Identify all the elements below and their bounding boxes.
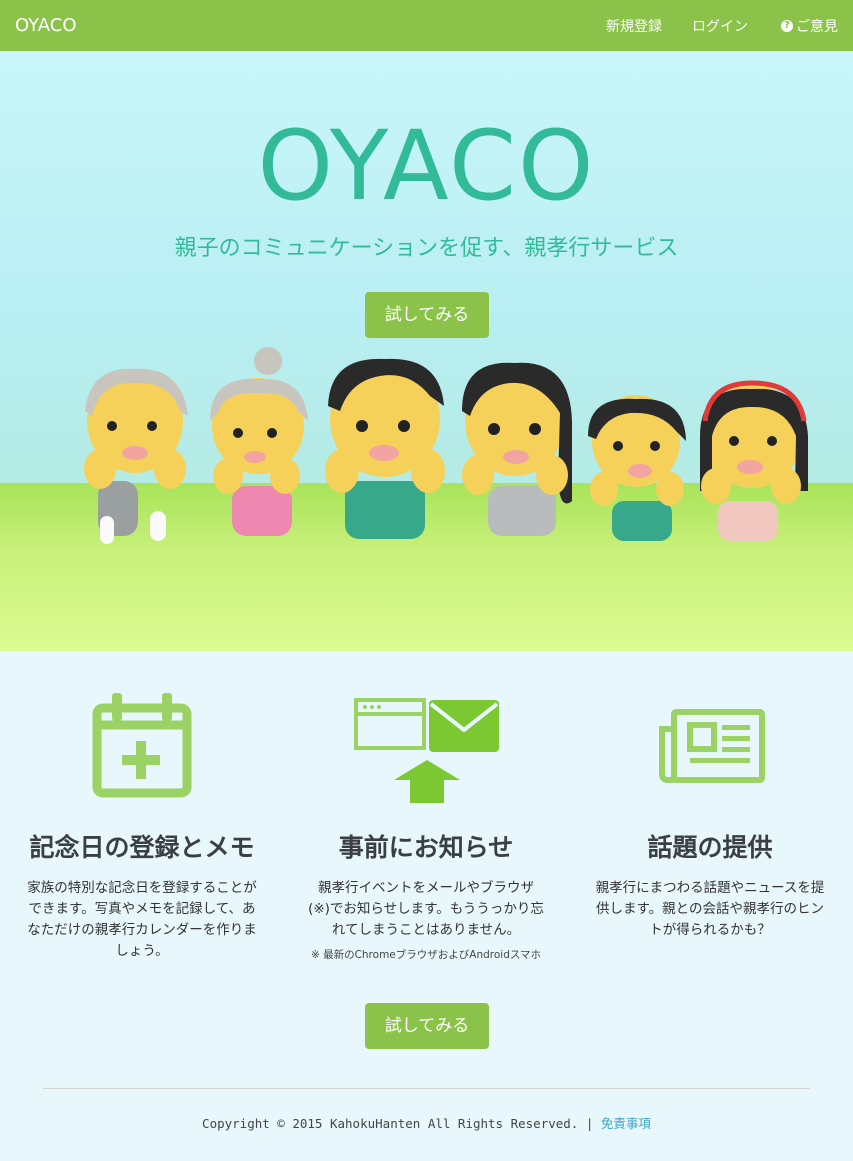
nav-links: 新規登録 ログイン ? ご意見 (606, 16, 838, 36)
figure-boy (588, 395, 686, 541)
feature-notification-note: ※ 最新のChromeブラウザおよびAndroidスマホ (310, 949, 542, 961)
feature-topics-title: 話題の提供 (647, 833, 773, 862)
calendar-plus-icon (92, 693, 192, 798)
figure-mother (462, 362, 572, 536)
figure-grandpa (84, 368, 188, 544)
feature-calendar-desc: 家族の特別な記念日を登録することができます。写真やメモを記録して、あなただけの親… (27, 880, 257, 959)
browser-mail-icon (354, 698, 499, 803)
feature-notification-desc: 親孝行イベントをメールやブラウザ(※)でお知らせします。もううっかり忘れてしまう… (308, 880, 544, 938)
family-figures-image (84, 347, 808, 544)
figure-girl (700, 380, 808, 541)
brand-logo[interactable]: OYACO (15, 15, 77, 36)
feature-notification-title: 事前にお知らせ (338, 833, 514, 862)
hero-title: OYACO (257, 110, 596, 222)
question-circle-icon: ? (781, 19, 793, 32)
hero-try-button[interactable]: 試してみる (365, 292, 489, 338)
nav-feedback-label: ご意見 (796, 18, 838, 35)
nav-register-link[interactable]: 新規登録 (606, 16, 662, 36)
hero-subtitle: 親子のコミュニケーションを促す、親孝行サービス (174, 236, 679, 261)
nav-feedback-link[interactable]: ? ご意見 (781, 16, 838, 36)
newspaper-icon (659, 709, 765, 783)
footer: Copyright © 2015 KahokuHanten All Rights… (0, 1113, 853, 1132)
features-section: 記念日の登録とメモ 家族の特別な記念日を登録することができます。写真やメモを記録… (0, 651, 853, 1161)
nav-login-link[interactable]: ログイン (692, 16, 748, 36)
features-try-button[interactable]: 試してみる (365, 1003, 489, 1049)
footer-divider (43, 1088, 810, 1089)
footer-copyright: Copyright © 2015 KahokuHanten All Rights… (202, 1116, 594, 1131)
feature-topics-desc: 親孝行にまつわる話題やニュースを提供します。親との会話や親孝行のヒントが得られる… (595, 880, 825, 938)
hero-section: OYACO 親子のコミュニケーションを促す、親孝行サービス 試してみる (0, 51, 853, 651)
disclaimer-link[interactable]: 免責事項 (601, 1116, 651, 1131)
figure-father (325, 358, 445, 539)
navbar: OYACO 新規登録 ログイン ? ご意見 (0, 0, 853, 51)
figure-grandma (210, 347, 308, 536)
feature-calendar-title: 記念日の登録とメモ (29, 833, 255, 862)
